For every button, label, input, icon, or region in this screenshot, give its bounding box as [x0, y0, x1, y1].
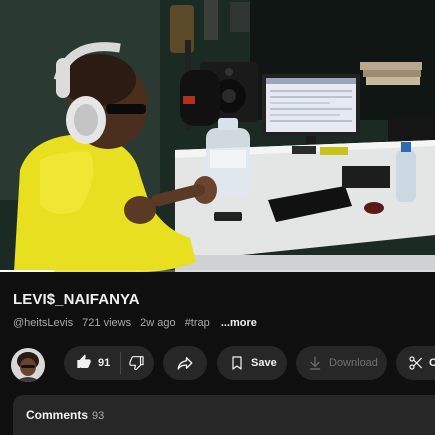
- thumbs-up-icon[interactable]: [76, 354, 92, 373]
- video-title: LEVI$_NAIFANYA: [13, 291, 140, 308]
- share-arrow-icon: [177, 357, 193, 370]
- save-label: Save: [251, 357, 277, 369]
- video-progress-fill: [0, 270, 55, 272]
- video-player[interactable]: [0, 0, 435, 272]
- video-progress-bar[interactable]: [0, 270, 435, 272]
- view-count: 721 views: [82, 317, 132, 329]
- thumbs-down-icon[interactable]: [129, 354, 145, 373]
- like-divider: [120, 352, 122, 374]
- save-button[interactable]: Save: [217, 346, 287, 380]
- action-row: 91 Save Download C: [0, 345, 435, 382]
- more-link[interactable]: ...more: [221, 317, 257, 329]
- video-frame: [0, 0, 435, 272]
- comments-label: Comments: [26, 408, 89, 422]
- like-dislike-group: 91: [64, 346, 154, 380]
- channel-avatar[interactable]: [11, 348, 45, 382]
- channel-handle[interactable]: @heitsLevis: [13, 317, 73, 329]
- scissors-icon: [409, 356, 422, 370]
- comments-panel[interactable]: Comments 93: [13, 395, 435, 435]
- comments-count: 93: [92, 410, 105, 422]
- upload-age: 2w ago: [140, 317, 176, 329]
- clip-label: C: [429, 357, 435, 369]
- like-count[interactable]: 91: [98, 357, 110, 369]
- avatar-image: [11, 348, 45, 382]
- download-label: Download: [329, 357, 378, 369]
- clip-button[interactable]: C: [396, 346, 435, 380]
- share-button[interactable]: [163, 346, 207, 380]
- shorts-watch-page: LEVI$_NAIFANYA @heitsLevis 721 views 2w …: [0, 0, 435, 435]
- download-arrow-icon: [309, 356, 321, 370]
- download-button[interactable]: Download: [296, 346, 387, 380]
- bookmark-icon: [232, 356, 242, 370]
- hashtag-link[interactable]: #trap: [185, 317, 210, 329]
- video-meta: @heitsLevis 721 views 2w ago #trap ...mo…: [13, 317, 263, 329]
- comments-header: Comments 93: [26, 408, 104, 422]
